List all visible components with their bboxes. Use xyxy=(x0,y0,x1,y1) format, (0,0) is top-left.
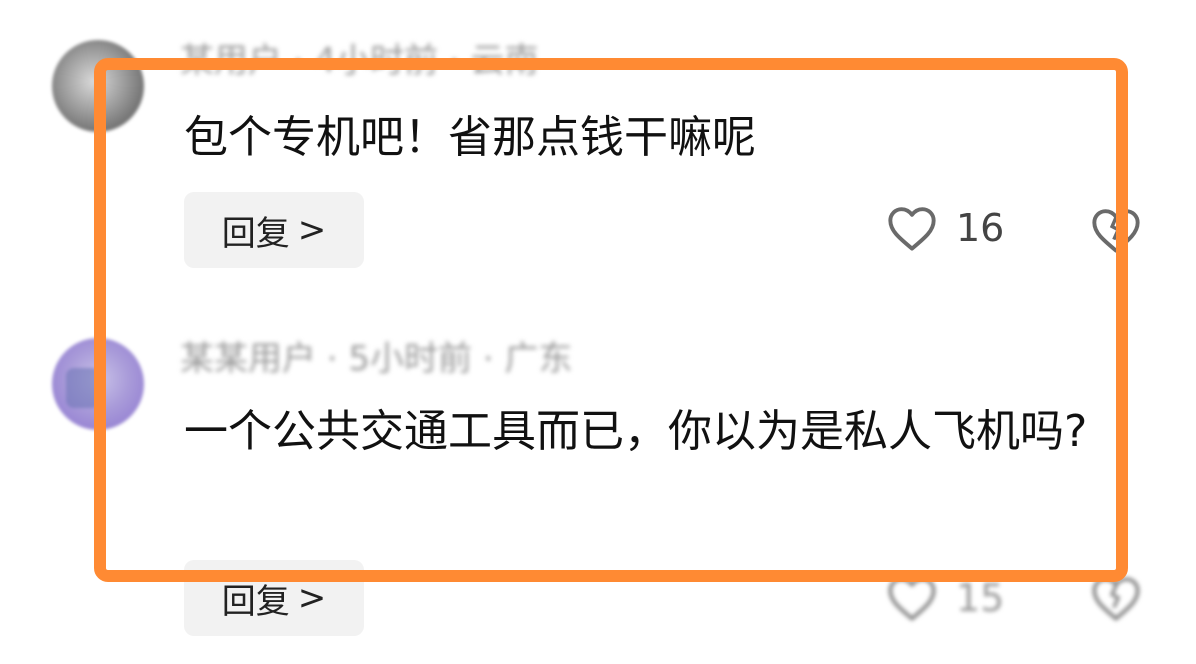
highlight-frame xyxy=(94,58,1128,582)
chevron-right-icon: > xyxy=(297,578,327,618)
like-count: 15 xyxy=(956,576,1005,620)
